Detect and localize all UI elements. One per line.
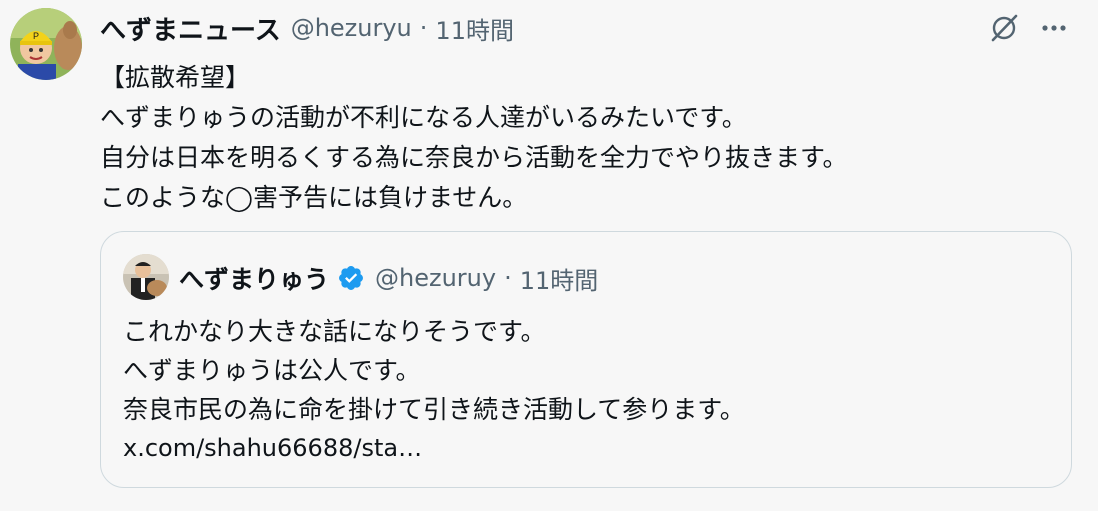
more-options-icon xyxy=(1042,25,1066,31)
tweet-text-line: 【拡散希望】 xyxy=(100,63,251,92)
author-name[interactable]: へずまニュース xyxy=(100,10,281,47)
quote-author-handle[interactable]: @hezuruy xyxy=(375,264,496,292)
quote-text: これかなり大きな話になりそうです。 へずまりゅうは公人です。 奈良市民の為に命を… xyxy=(123,312,1053,468)
quote-header: へずまりゅう @hezuruy · 11時間 xyxy=(179,258,598,298)
author-avatar-image: P xyxy=(10,8,82,80)
quoted-tweet[interactable]: へずまりゅう @hezuruy · 11時間 これかなり大きな話になりそうです。… xyxy=(100,231,1072,488)
quote-text-line: 奈良市民の為に命を掛けて引き続き活動して参ります。 xyxy=(123,395,745,424)
author-handle[interactable]: @hezuryu xyxy=(291,14,412,42)
tweet-text-line: 自分は日本を明るくする為に奈良から活動を全力でやり抜きます。 xyxy=(100,143,848,172)
grok-icon xyxy=(991,14,1018,42)
quote-timestamp[interactable]: 11時間 xyxy=(520,261,599,296)
author-avatar[interactable]: P xyxy=(10,8,82,80)
header-separator: · xyxy=(419,14,428,42)
tweet-header: へずまニュース @hezuryu · 11時間 xyxy=(100,10,514,46)
verified-badge-icon xyxy=(337,264,365,292)
more-options-button[interactable] xyxy=(1036,10,1072,46)
quote-author-name[interactable]: へずまりゅう xyxy=(179,260,329,296)
quote-link[interactable]: x.com/shahu66688/sta… xyxy=(123,429,1053,468)
quote-header-separator: · xyxy=(504,264,512,292)
tweet-text: 【拡散希望】 へずまりゅうの活動が不利になる人達がいるみたいです。 自分は日本を… xyxy=(100,58,1080,218)
quote-text-line: へずまりゅうは公人です。 xyxy=(123,356,421,385)
quote-text-line: これかなり大きな話になりそうです。 xyxy=(123,317,546,346)
quote-author-avatar-image xyxy=(123,254,169,300)
quote-author-avatar[interactable] xyxy=(123,254,169,300)
tweet-text-line: へずまりゅうの活動が不利になる人達がいるみたいです。 xyxy=(100,103,747,132)
grok-button[interactable] xyxy=(986,10,1022,46)
tweet-text-line: このような◯害予告には負けません。 xyxy=(100,183,528,212)
tweet: P へずまニュース @hezuryu · 11時間 【拡散希望】 へずまりゅうの… xyxy=(0,0,1098,511)
timestamp[interactable]: 11時間 xyxy=(435,11,514,46)
svg-text:P: P xyxy=(33,31,39,41)
